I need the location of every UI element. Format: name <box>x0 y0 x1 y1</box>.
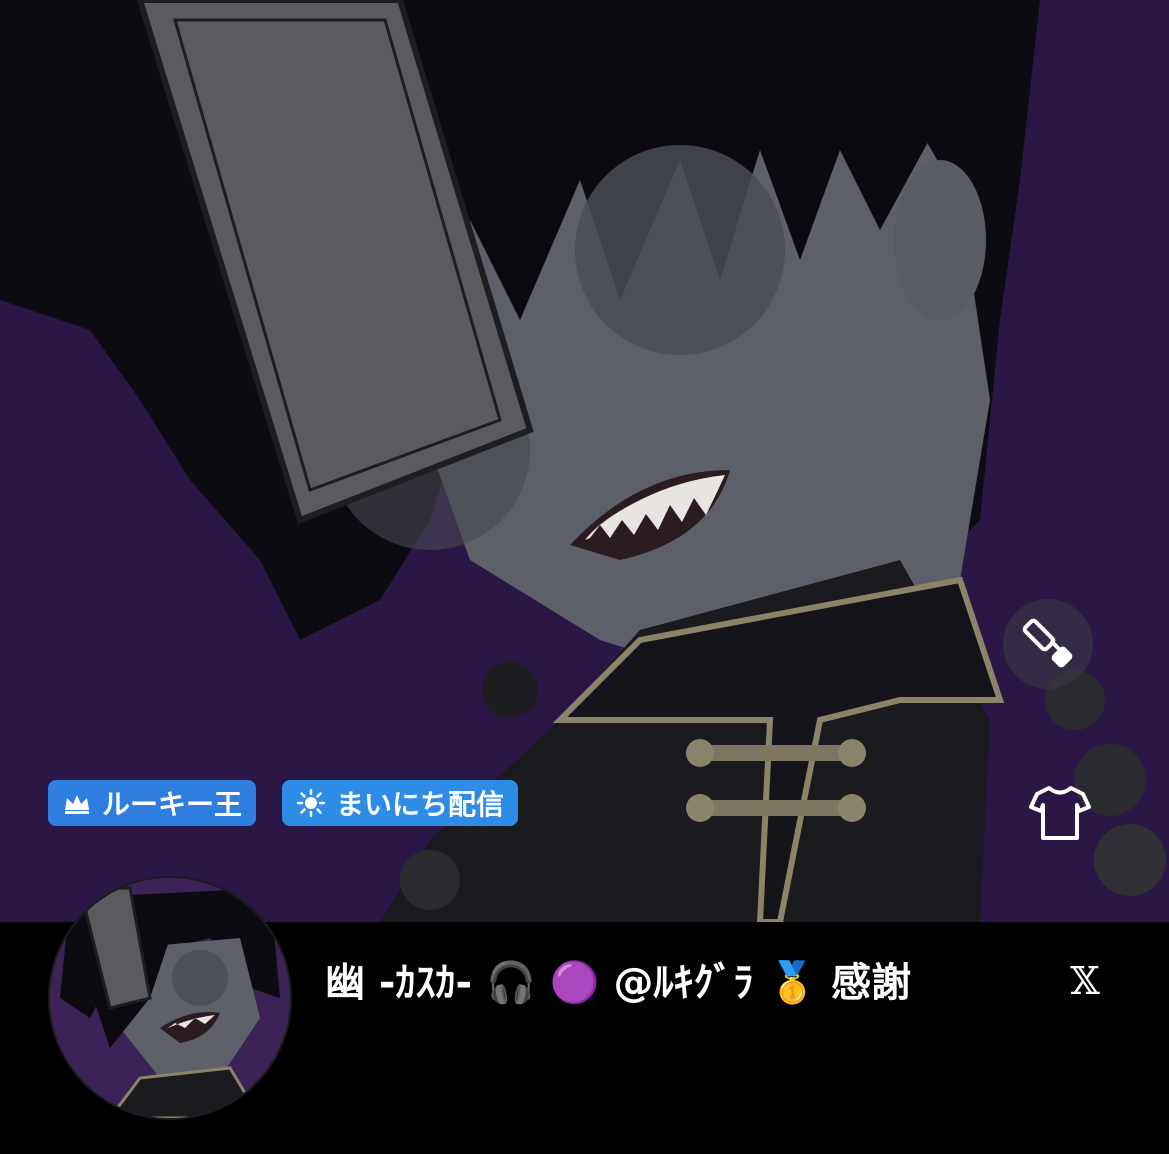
badge-rookie-king[interactable]: ルーキー王 <box>48 780 257 826</box>
paint-roller-icon <box>1018 612 1078 676</box>
badge-row: ルーキー王 まいにち配信 <box>48 780 519 826</box>
display-name: 幽 -ｶｽｶ- 🎧 🟣 @ﾙｷｸﾞﾗ 🥇 感謝 <box>325 960 912 1006</box>
x-social-button[interactable]: 𝕏 <box>1062 958 1108 1004</box>
badge-label: ルーキー王 <box>102 788 243 821</box>
badge-label: まいにち配信 <box>336 788 505 821</box>
sun-icon <box>296 788 326 818</box>
avatar[interactable] <box>48 876 292 1120</box>
outfit-button[interactable] <box>1015 770 1105 860</box>
crown-icon <box>62 788 92 818</box>
x-logo-icon: 𝕏 <box>1070 959 1100 1003</box>
tshirt-icon <box>1029 785 1091 845</box>
badge-daily-stream[interactable]: まいにち配信 <box>282 780 519 826</box>
customize-button[interactable] <box>1003 599 1093 689</box>
